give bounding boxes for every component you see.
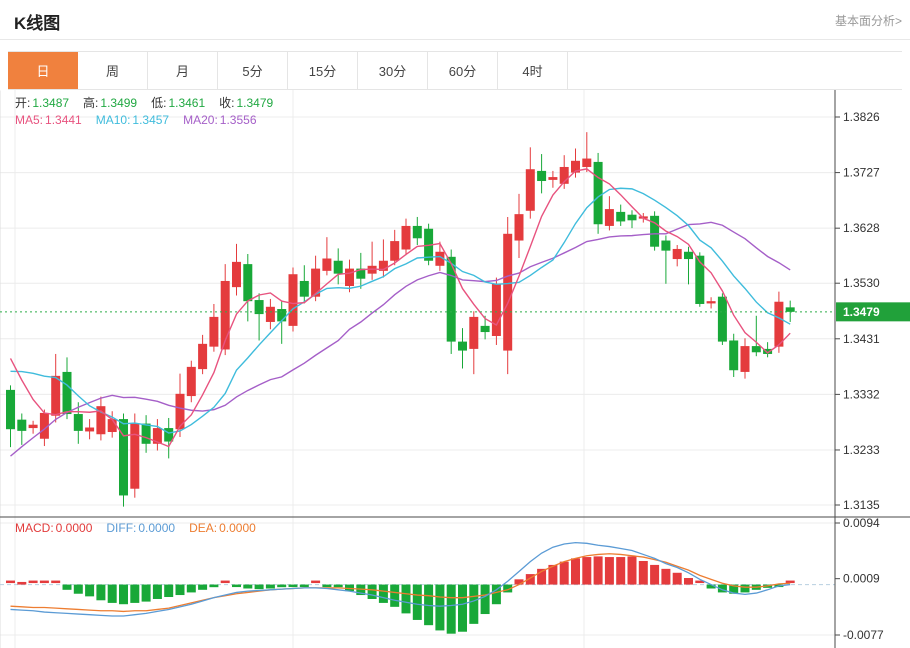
candle (774, 302, 783, 347)
candle (548, 177, 557, 180)
candle (232, 262, 241, 287)
svg-text:0.0094: 0.0094 (843, 516, 880, 530)
candle (707, 301, 716, 303)
candle (695, 256, 704, 304)
macd-axis-labels: 0.0094 0.0009 -0.0077 (835, 516, 884, 642)
candle (209, 317, 218, 347)
candle-bodies (6, 159, 795, 496)
candle (85, 428, 94, 432)
current-price-badge: 1.3479 (836, 302, 910, 321)
candle (74, 414, 83, 431)
candle (402, 226, 411, 250)
candle (322, 258, 331, 270)
candle (17, 420, 26, 431)
candle (503, 234, 512, 351)
info-pair: MA5:1.3441 (15, 113, 82, 127)
tab-15分[interactable]: 15分 (288, 52, 358, 89)
candle (616, 212, 625, 222)
info-pair: MA10:1.3457 (96, 113, 169, 127)
svg-text:1.3332: 1.3332 (843, 387, 880, 401)
svg-text:1.3727: 1.3727 (843, 166, 880, 180)
candle (786, 307, 795, 311)
candle (684, 252, 693, 259)
candle (515, 214, 524, 240)
info-pair: DIFF:0.0000 (106, 521, 175, 535)
candle (130, 424, 139, 489)
candle (277, 309, 286, 321)
svg-text:1.3431: 1.3431 (843, 332, 880, 346)
candle (63, 372, 72, 414)
candle (51, 376, 60, 416)
candle (108, 419, 117, 432)
tab-60分[interactable]: 60分 (428, 52, 498, 89)
ma5-line (11, 169, 791, 447)
candle (300, 281, 309, 297)
kline-app: K线图 基本面分析> 日周月5分15分30分60分4时 1.3826 1.3727… (0, 0, 910, 648)
candle (605, 209, 614, 226)
info-pair: 开:1.3487 (15, 96, 69, 110)
candle (492, 284, 501, 336)
candle (718, 297, 727, 342)
tab-日[interactable]: 日 (8, 52, 78, 89)
candle (345, 269, 354, 286)
info-pair: DEA:0.0000 (189, 521, 256, 535)
svg-text:0.0009: 0.0009 (843, 572, 880, 586)
tab-周[interactable]: 周 (78, 52, 148, 89)
candle (6, 390, 15, 429)
candle (661, 241, 670, 251)
candle (413, 226, 422, 238)
svg-text:1.3826: 1.3826 (843, 110, 880, 124)
candle (481, 326, 490, 332)
candle (752, 346, 761, 352)
candle (142, 424, 151, 444)
candle (458, 342, 467, 351)
tab-月[interactable]: 月 (148, 52, 218, 89)
candle (537, 171, 546, 181)
svg-text:-0.0077: -0.0077 (843, 628, 884, 642)
fundamental-analysis-link[interactable]: 基本面分析> (835, 12, 902, 29)
svg-text:1.3530: 1.3530 (843, 276, 880, 290)
candle (469, 317, 478, 349)
info-pair: 低:1.3461 (151, 96, 205, 110)
candle (650, 216, 659, 247)
candle (29, 425, 38, 428)
info-pair: MACD:0.0000 (15, 521, 92, 535)
gridlines (0, 90, 835, 648)
svg-text:1.3479: 1.3479 (843, 305, 880, 319)
svg-text:1.3233: 1.3233 (843, 443, 880, 457)
candle (582, 159, 591, 167)
ma10-line (11, 188, 791, 433)
tab-30分[interactable]: 30分 (358, 52, 428, 89)
macd-histogram (6, 556, 795, 633)
candle (334, 261, 343, 274)
page-header: K线图 基本面分析> (0, 0, 910, 40)
candle (187, 367, 196, 396)
candle (594, 162, 603, 224)
chart-area[interactable]: 1.3826 1.3727 1.3628 1.3530 1.3431 1.3332 1.32… (0, 90, 910, 648)
kline-chart[interactable]: 1.3826 1.3727 1.3628 1.3530 1.3431 1.3332 1.32… (0, 90, 910, 648)
info-pair: 高:1.3499 (83, 96, 137, 110)
candle (741, 346, 750, 372)
svg-text:1.3628: 1.3628 (843, 221, 880, 235)
candle (628, 215, 637, 221)
candle (729, 340, 738, 370)
page-title: K线图 (14, 9, 60, 34)
candle (526, 169, 535, 211)
info-pair: MA20:1.3556 (183, 113, 256, 127)
info-pair: 收:1.3479 (219, 96, 273, 110)
tab-5分[interactable]: 5分 (218, 52, 288, 89)
candle (266, 307, 275, 322)
ohlc-info-row: 开:1.3487 高:1.3499 低:1.3461 收:1.3479 (15, 94, 287, 111)
candle (673, 249, 682, 259)
tab-bar: 日周月5分15分30分60分4时 (8, 51, 902, 90)
tab-4时[interactable]: 4时 (498, 52, 568, 89)
ma-info-row: MA5:1.3441 MA10:1.3457 MA20:1.3556 (15, 113, 271, 127)
candle (243, 264, 252, 301)
macd-header-row: MACD:0.0000 DIFF:0.0000 DEA:0.0000 (15, 521, 270, 535)
candle (390, 241, 399, 261)
candle (289, 274, 298, 326)
svg-text:1.3135: 1.3135 (843, 498, 880, 512)
candle (198, 344, 207, 369)
